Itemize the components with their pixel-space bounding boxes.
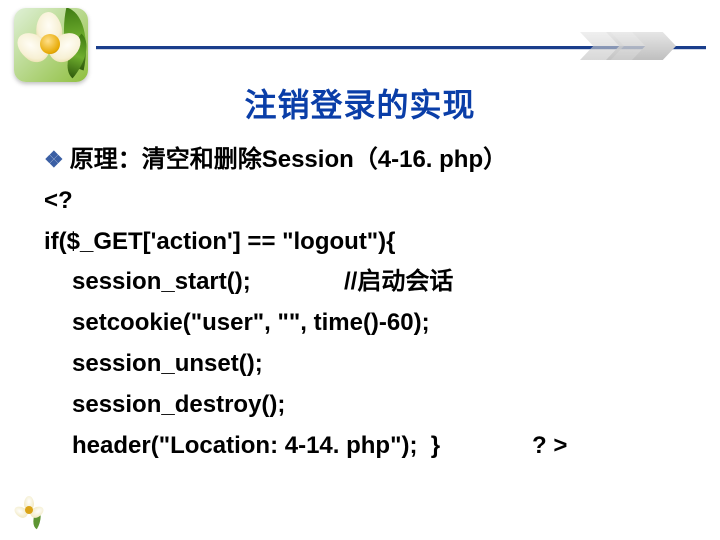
- flower-mini-icon: [14, 496, 44, 526]
- bullet-text: 原理：清空和删除Session（4-16. php）: [70, 140, 507, 181]
- code-line-1: <?: [44, 181, 680, 222]
- code-line-6: session_destroy();: [44, 385, 680, 426]
- code-line-7-right: ? >: [532, 426, 567, 467]
- code-line-7-left: header("Location: 4-14. php"); }: [72, 426, 532, 467]
- code-line-3-left: session_start();: [72, 262, 344, 303]
- diamond-bullet-icon: ❖: [44, 140, 64, 180]
- code-line-7: header("Location: 4-14. php"); } ? >: [44, 426, 680, 467]
- chevron-stack-icon: [580, 32, 700, 62]
- slide: 注销登录的实现 ❖ 原理：清空和删除Session（4-16. php） <? …: [0, 0, 720, 540]
- code-line-3-comment: //启动会话: [344, 262, 453, 303]
- code-line-2: if($_GET['action'] == "logout"){: [44, 222, 680, 263]
- code-line-5: session_unset();: [44, 344, 680, 385]
- code-line-3: session_start(); //启动会话: [44, 262, 680, 303]
- slide-body: ❖ 原理：清空和删除Session（4-16. php） <? if($_GET…: [44, 140, 680, 466]
- slide-title: 注销登录的实现: [0, 80, 720, 126]
- bullet-item: ❖ 原理：清空和删除Session（4-16. php）: [44, 140, 680, 181]
- code-line-4: setcookie("user", "", time()-60);: [44, 303, 680, 344]
- flower-badge-icon: [14, 8, 88, 82]
